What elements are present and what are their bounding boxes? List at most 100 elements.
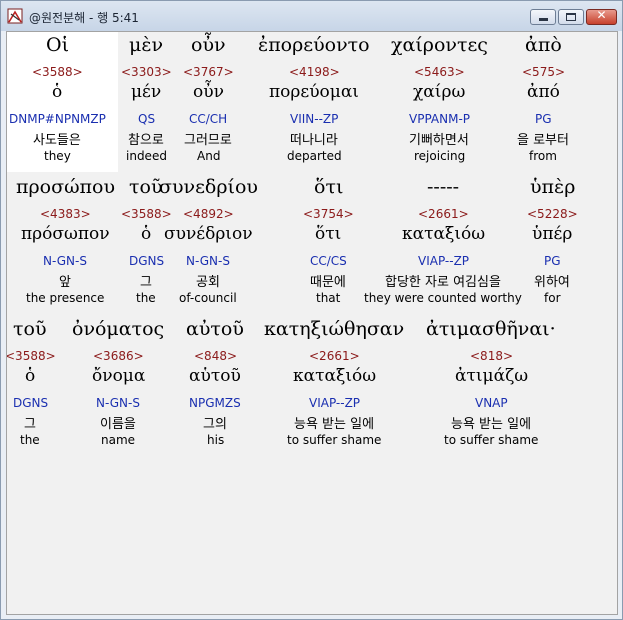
- word-korean: 능욕 받는 일에: [294, 417, 375, 432]
- word-english: of-council: [179, 291, 237, 305]
- word-number: <848>: [194, 349, 238, 363]
- word-lemma: αὑτοῦ: [189, 366, 241, 386]
- app-window: @원전분해 - 행 5:41 ✕ Οἱ <3588> ὁ DNMP#NPNMZP 사도들…: [0, 0, 623, 620]
- word-english: the: [136, 291, 156, 305]
- word-korean: 합당한 자로 여김심을: [385, 275, 501, 290]
- word-greek[interactable]: συνεδρίου: [159, 176, 258, 198]
- word-greek[interactable]: προσώπου: [16, 176, 115, 198]
- word-greek[interactable]: ἀπὸ: [525, 34, 562, 56]
- word-greek[interactable]: ὅτι: [314, 176, 343, 198]
- word-number: <2661>: [309, 349, 360, 363]
- word-korean: 앞: [59, 275, 71, 290]
- word-korean: 위하여: [534, 275, 570, 290]
- word-number: <4892>: [183, 207, 234, 221]
- word-number: <4198>: [289, 65, 340, 79]
- word-number: <4383>: [40, 207, 91, 221]
- word-greek[interactable]: ἐπορεύοντο: [258, 34, 370, 56]
- word-korean: 그의: [203, 417, 227, 432]
- word-lemma: ἀτιμάζω: [455, 366, 529, 386]
- word-greek[interactable]: ὀνόματος: [72, 318, 164, 340]
- word-lemma: καταξιόω: [402, 224, 486, 244]
- word-english: from: [529, 149, 557, 163]
- word-english: And: [197, 149, 221, 163]
- word-greek[interactable]: αὐτοῦ: [186, 318, 244, 340]
- bible-icon: [7, 8, 23, 24]
- word-greek[interactable]: μὲν: [129, 34, 163, 56]
- word-lemma: ἀπό: [527, 82, 560, 102]
- word-greek[interactable]: οὖν: [191, 34, 226, 56]
- word-greek[interactable]: χαίροντες: [391, 34, 488, 56]
- word-korean: 그: [24, 417, 36, 432]
- word-number: <818>: [470, 349, 514, 363]
- word-korean: 사도들은: [33, 133, 81, 148]
- word-parsing: PG: [544, 254, 561, 268]
- word-lemma: καταξιόω: [293, 366, 377, 386]
- word-parsing: DGNS: [129, 254, 165, 268]
- word-greek[interactable]: ἀτιμασθῆναι·: [426, 318, 556, 340]
- minimize-icon: [539, 18, 548, 21]
- close-button[interactable]: ✕: [586, 8, 617, 25]
- minimize-button[interactable]: [530, 9, 556, 25]
- word-lemma: πρόσωπον: [21, 224, 110, 244]
- word-english: the presence: [26, 291, 105, 305]
- word-english: they were counted worthy: [364, 291, 522, 305]
- analysis-panel[interactable]: Οἱ <3588> ὁ DNMP#NPNMZP 사도들은 they μὲν <3303> μέν…: [6, 31, 618, 615]
- word-english: his: [207, 433, 225, 447]
- word-parsing: N-GN-S: [96, 396, 140, 410]
- word-number: <3588>: [32, 65, 83, 79]
- word-number: <3588>: [121, 207, 172, 221]
- word-english: to suffer shame: [287, 433, 382, 447]
- word-lemma: ὁ: [141, 224, 152, 244]
- word-korean: 그: [140, 275, 152, 290]
- word-english: indeed: [126, 149, 167, 163]
- word-greek[interactable]: -----: [427, 176, 459, 198]
- word-greek[interactable]: τοῦ: [129, 176, 163, 198]
- word-greek[interactable]: Οἱ: [46, 34, 69, 56]
- word-parsing: NPGMZS: [189, 396, 241, 410]
- window-title: @원전분해 - 행 5:41: [29, 11, 139, 25]
- word-english: that: [316, 291, 341, 305]
- word-lemma: ὄνομα: [92, 366, 146, 386]
- maximize-button[interactable]: [558, 9, 584, 25]
- word-parsing: VPPANM-P: [409, 112, 471, 126]
- word-parsing: DGNS: [13, 396, 49, 410]
- word-number: <2661>: [418, 207, 469, 221]
- word-lemma: χαίρω: [413, 82, 466, 102]
- word-english: the: [20, 433, 40, 447]
- word-korean: 때문에: [310, 275, 346, 290]
- title-bar[interactable]: @원전분해 - 행 5:41 ✕: [1, 1, 622, 31]
- word-english: for: [544, 291, 561, 305]
- word-number: <3588>: [6, 349, 56, 363]
- word-parsing: VIAP--ZP: [309, 396, 361, 410]
- word-lemma: συνέδριον: [164, 224, 253, 244]
- word-parsing: N-GN-S: [186, 254, 230, 268]
- word-lemma: ὁ: [25, 366, 36, 386]
- word-korean: 그러므로: [184, 133, 232, 148]
- word-lemma: ὑπέρ: [532, 224, 573, 244]
- word-number: <575>: [522, 65, 566, 79]
- word-greek[interactable]: κατηξιώθησαν: [264, 318, 404, 340]
- word-lemma: ὁ: [52, 82, 63, 102]
- word-korean: 능욕 받는 일에: [451, 417, 532, 432]
- word-number: <3754>: [303, 207, 354, 221]
- word-parsing: VIIN--ZP: [290, 112, 339, 126]
- word-parsing: DNMP#NPNMZP: [9, 112, 106, 126]
- word-english: to suffer shame: [444, 433, 539, 447]
- word-greek[interactable]: ὑπὲρ: [530, 176, 575, 198]
- word-number: <3767>: [183, 65, 234, 79]
- word-korean: 기뻐하면서: [409, 133, 469, 148]
- word-korean: 이름을: [100, 417, 136, 432]
- word-lemma: πορεύομαι: [269, 82, 359, 102]
- word-parsing: PG: [535, 112, 552, 126]
- word-greek[interactable]: τοῦ: [13, 318, 47, 340]
- word-english: rejoicing: [414, 149, 466, 163]
- word-lemma: μέν: [131, 82, 162, 102]
- word-number: <5228>: [527, 207, 578, 221]
- word-parsing: VNAP: [475, 396, 508, 410]
- word-parsing: QS: [138, 112, 156, 126]
- word-korean: 을 로부터: [517, 133, 569, 148]
- word-parsing: CC/CS: [310, 254, 347, 268]
- word-korean: 떠나니라: [290, 133, 338, 148]
- word-english: name: [101, 433, 136, 447]
- word-parsing: VIAP--ZP: [418, 254, 470, 268]
